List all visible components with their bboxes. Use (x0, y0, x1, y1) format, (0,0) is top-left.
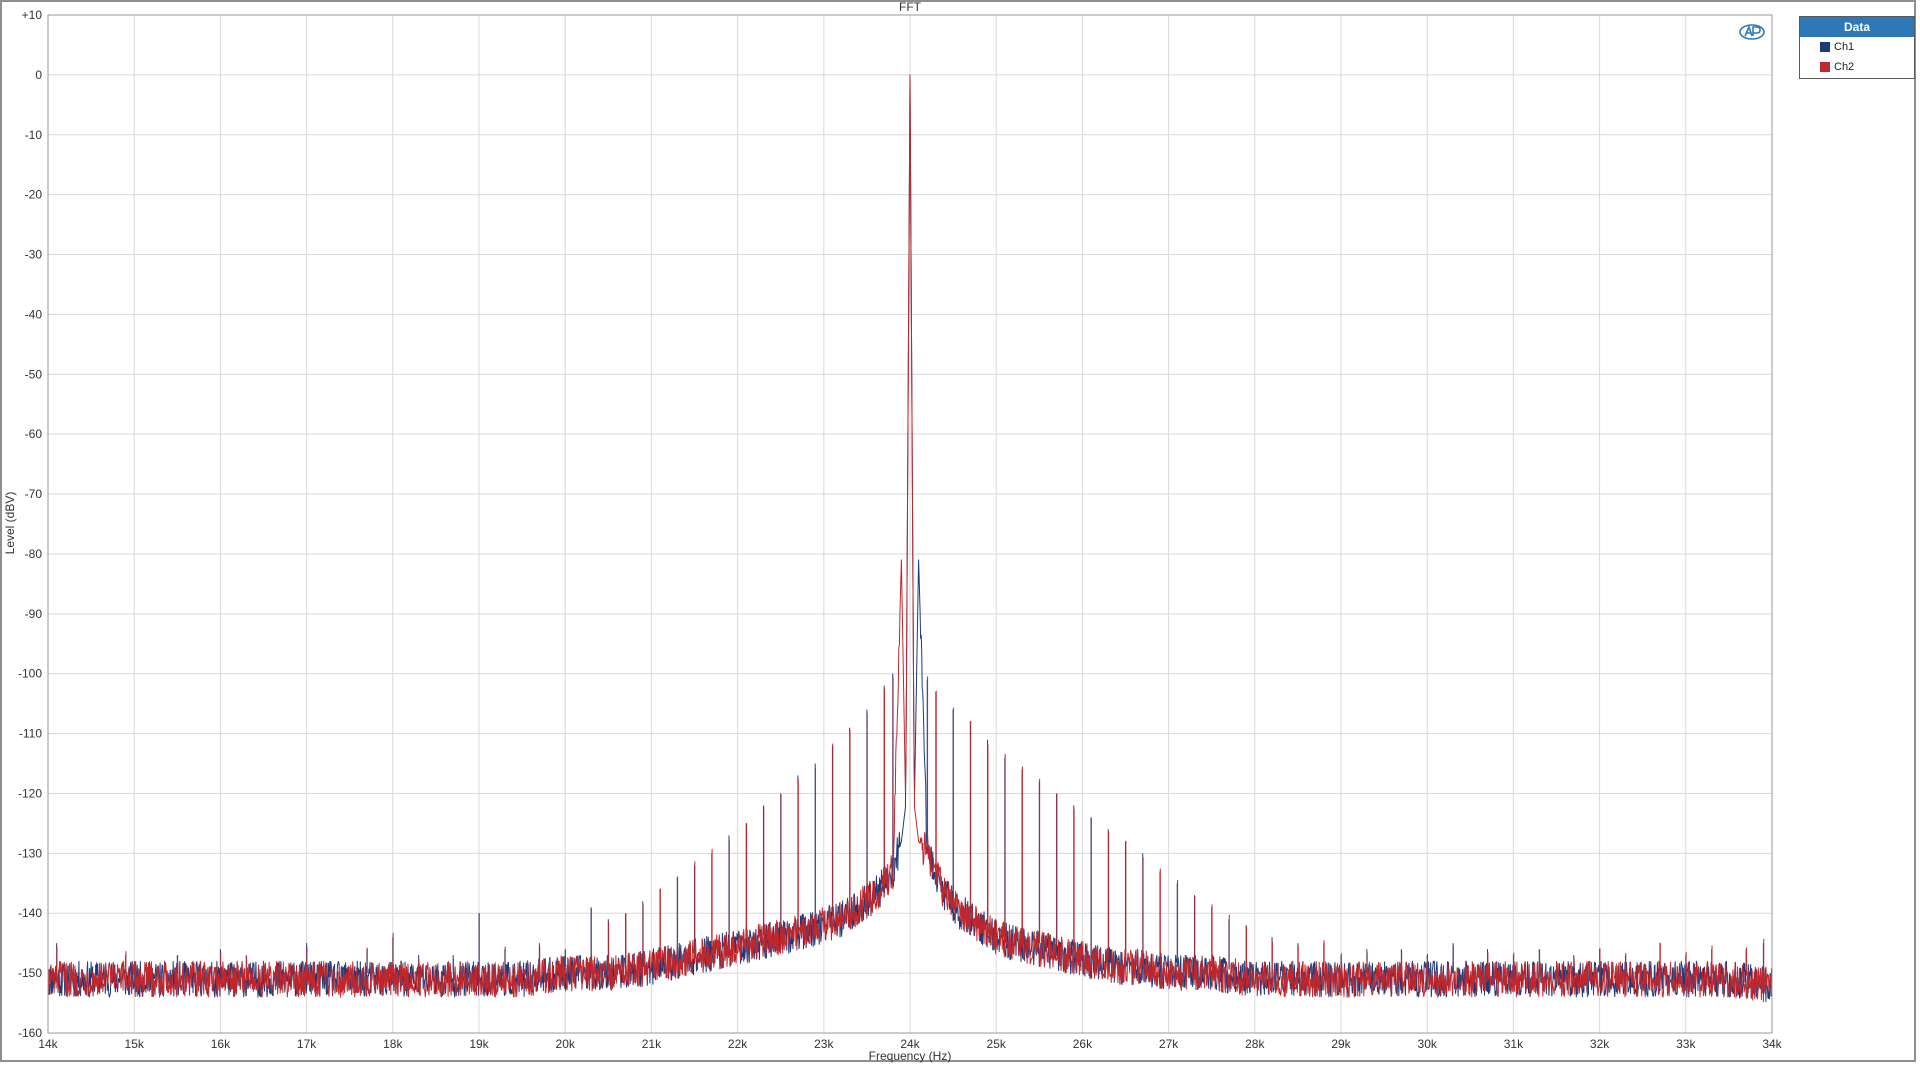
y-tick-label-7: -60 (25, 427, 43, 441)
y-tick-label-15: -140 (18, 906, 42, 920)
y-tick-label-3: -20 (25, 188, 43, 202)
legend-swatch-ch1 (1820, 42, 1830, 52)
x-tick-label-19: 33k (1676, 1037, 1696, 1051)
legend-item-ch2[interactable]: Ch2 (1800, 57, 1914, 77)
legend-swatch-ch2 (1820, 62, 1830, 72)
y-tick-label-17: -160 (18, 1026, 42, 1040)
y-tick-label-8: -70 (25, 487, 43, 501)
axis-layer: 14k 15k 16k 17k 18k 19k 20k 21k 22k 23k 24k 25k 26k 2… (18, 8, 1783, 1051)
x-tick-label-9: 23k (814, 1037, 834, 1051)
x-tick-label-8: 22k (728, 1037, 748, 1051)
y-tick-label-9: -80 (25, 547, 43, 561)
x-tick-label-4: 18k (383, 1037, 403, 1051)
x-tick-label-11: 25k (987, 1037, 1007, 1051)
x-tick-label-18: 32k (1590, 1037, 1610, 1051)
legend-label-ch2: Ch2 (1834, 61, 1855, 73)
fft-chart: 14k 15k 16k 17k 18k 19k 20k 21k 22k 23k 24k 25k 26k 2… (3, 0, 1783, 1063)
y-tick-label-0: +10 (22, 8, 43, 22)
y-tick-label-5: -40 (25, 307, 43, 321)
y-tick-label-10: -90 (25, 607, 43, 621)
x-tick-label-16: 30k (1418, 1037, 1438, 1051)
y-tick-label-14: -130 (18, 846, 42, 860)
y-tick-label-16: -150 (18, 966, 42, 980)
y-tick-label-4: -30 (25, 248, 43, 262)
x-tick-label-12: 26k (1073, 1037, 1093, 1051)
y-tick-label-6: -50 (25, 367, 43, 381)
x-tick-label-7: 21k (642, 1037, 662, 1051)
x-tick-label-6: 20k (556, 1037, 576, 1051)
x-tick-label-3: 17k (297, 1037, 317, 1051)
y-tick-label-11: -100 (18, 667, 42, 681)
y-axis-title: Level (dBV) (3, 492, 17, 555)
x-axis-title: Frequency (Hz) (869, 1049, 952, 1063)
chart-title: FFT (899, 0, 922, 14)
legend-label-ch1: Ch1 (1834, 41, 1855, 53)
grid-layer (47, 14, 1773, 1034)
legend-header: Data (1800, 17, 1914, 37)
x-tick-label-2: 16k (211, 1037, 231, 1051)
y-tick-label-1: 0 (35, 68, 42, 82)
y-tick-label-13: -120 (18, 786, 42, 800)
x-tick-label-1: 15k (125, 1037, 145, 1051)
x-tick-label-20: 34k (1762, 1037, 1782, 1051)
x-tick-label-14: 28k (1245, 1037, 1265, 1051)
legend-item-ch1[interactable]: Ch1 (1800, 37, 1914, 57)
legend: Data Ch1 Ch2 (1799, 16, 1915, 79)
ap-logo-icon (1739, 24, 1765, 40)
y-tick-label-2: -10 (25, 128, 43, 142)
x-tick-label-17: 31k (1504, 1037, 1524, 1051)
y-tick-label-12: -110 (19, 727, 42, 741)
x-tick-label-13: 27k (1159, 1037, 1179, 1051)
x-tick-label-5: 19k (469, 1037, 489, 1051)
x-tick-label-15: 29k (1331, 1037, 1351, 1051)
